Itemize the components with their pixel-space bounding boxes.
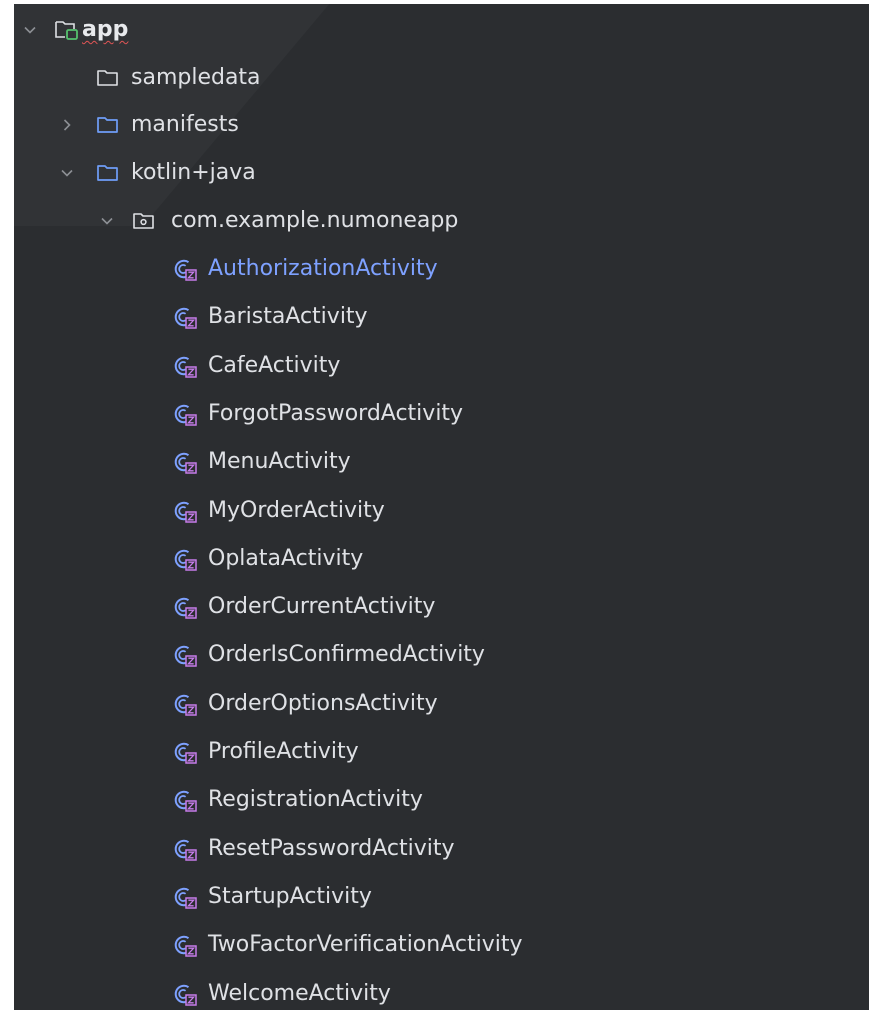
tree-node-label: TwoFactorVerificationActivity [208,932,523,957]
tree-node-label: kotlin+java [131,160,256,185]
tree-node-label: AuthorizationActivity [208,256,438,281]
chevron-right-icon[interactable] [60,105,76,145]
kotlin-class-icon [172,780,198,820]
tree-node-label: app [82,17,129,42]
kotlin-class-icon [172,877,198,917]
tree-node-label: MenuActivity [208,449,351,474]
tree-node-label: ForgotPasswordActivity [208,401,464,426]
tree-node-label: OrderCurrentActivity [208,594,436,619]
kotlin-class-icon [172,684,198,724]
tree-node-label: CafeActivity [208,353,341,378]
tree-node-label: OrderOptionsActivity [208,691,438,716]
chevron-down-icon[interactable] [23,10,39,50]
android-module-icon [54,10,80,50]
tree-node-label: StartupActivity [208,884,372,909]
kotlin-class-icon [172,732,198,772]
tree-node-label: ProfileActivity [208,739,359,764]
tree-node-label: RegistrationActivity [208,787,423,812]
kotlin-class-icon [172,829,198,869]
kotlin-class-icon [172,346,198,386]
source-folder-icon [96,153,122,193]
tree-node-label: OrderIsConfirmedActivity [208,642,485,667]
kotlin-class-icon [172,249,198,289]
kotlin-class-icon [172,297,198,337]
kotlin-class-icon [172,974,198,1010]
tree-node-label: MyOrderActivity [208,498,385,523]
tree-node-label: BaristaActivity [208,304,368,329]
kotlin-class-icon [172,587,198,627]
folder-icon [96,105,122,145]
kotlin-class-icon [172,442,198,482]
kotlin-class-icon [172,394,198,434]
tree-node-label: com.example.numoneapp [171,208,459,233]
package-icon [132,201,158,241]
tree-node-label: ResetPasswordActivity [208,836,455,861]
kotlin-class-icon [172,539,198,579]
kotlin-class-icon [172,635,198,675]
tree-node-label: WelcomeActivity [208,981,391,1006]
folder-icon [96,58,122,98]
chevron-down-icon[interactable] [60,153,76,193]
kotlin-class-icon [172,491,198,531]
chevron-down-icon[interactable] [100,201,116,241]
project-tool-window: app sampledata manifests kotlin+java com… [14,4,869,1010]
kotlin-class-icon [172,925,198,965]
tree-node-label: manifests [131,112,239,137]
tree-node-label: sampledata [131,65,261,90]
tree-node-label: OplataActivity [208,546,364,571]
